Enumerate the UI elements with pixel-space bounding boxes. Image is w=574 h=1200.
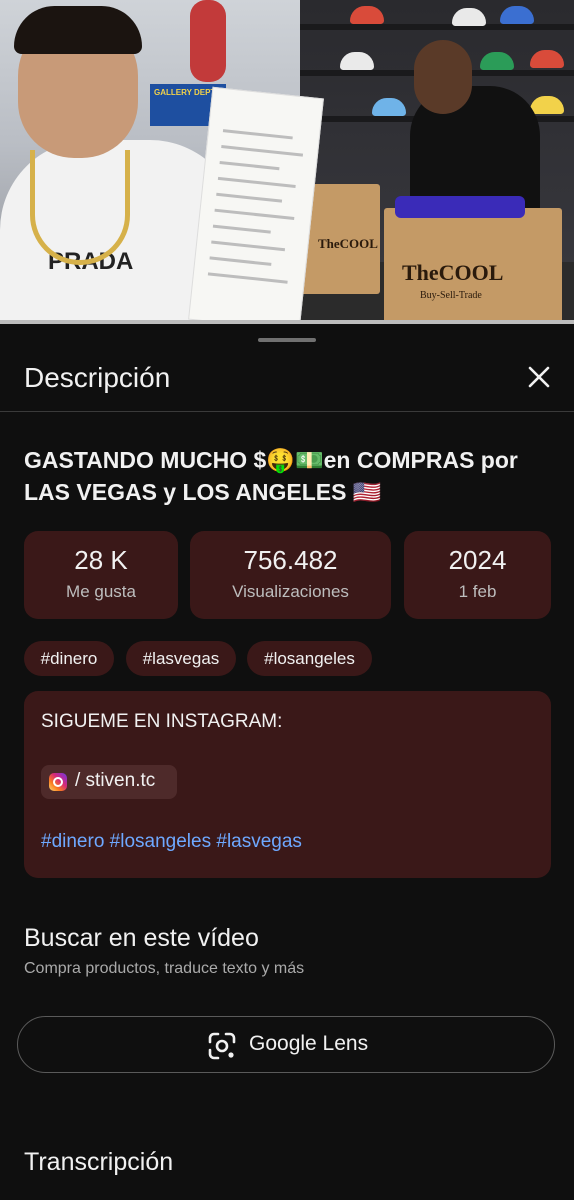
search-section-title: Buscar en este vídeo xyxy=(24,924,259,952)
bag-brand-text: TheCOOL xyxy=(402,260,504,285)
search-section-subtitle: Compra productos, traduce texto y más xyxy=(24,960,305,977)
description-text: SIGUEME EN INSTAGRAM: xyxy=(41,711,283,732)
close-button[interactable] xyxy=(520,358,558,396)
purple-item xyxy=(395,196,525,218)
progress-track[interactable] xyxy=(0,320,574,324)
stat-views: 756.482 Visualizaciones xyxy=(190,531,391,619)
cap xyxy=(530,50,564,68)
divider xyxy=(0,411,574,412)
hashtag-chip-lasvegas[interactable]: #lasvegas xyxy=(126,641,236,676)
cap xyxy=(480,52,514,70)
hashtag-link[interactable]: #dinero xyxy=(41,831,104,852)
stat-label: 1 feb xyxy=(458,582,497,601)
close-icon xyxy=(528,366,550,388)
hashtag-link[interactable]: #lasvegas xyxy=(216,831,302,852)
hashtag-chip-dinero[interactable]: #dinero xyxy=(24,641,114,676)
hashtag-chip-losangeles[interactable]: #losangeles xyxy=(247,641,372,676)
instagram-icon xyxy=(49,773,67,791)
instagram-link[interactable]: / stiven.tc xyxy=(41,765,177,799)
cap xyxy=(350,6,384,24)
video-thumbnail[interactable]: GALLERY DEPT. TheCOOL TheCOOL Buy-Sell-T… xyxy=(0,0,574,324)
stat-label: Visualizaciones xyxy=(232,582,349,601)
google-lens-button[interactable]: Google Lens xyxy=(17,1016,555,1073)
store-sign-text: GALLERY DEPT. xyxy=(154,88,217,97)
google-lens-icon xyxy=(208,1032,236,1060)
stat-date: 2024 1 feb xyxy=(404,531,551,619)
figurine xyxy=(190,0,226,82)
person-right-head xyxy=(414,40,472,114)
cap xyxy=(372,98,406,116)
shopping-bag: TheCOOL Buy-Sell-Trade xyxy=(384,208,562,324)
video-title: GASTANDO MUCHO $🤑💵en COMPRAS por LAS VEG… xyxy=(24,447,518,505)
stat-value: 2024 xyxy=(448,545,507,575)
instagram-handle: / stiven.tc xyxy=(75,770,156,791)
receipt xyxy=(188,86,324,324)
transcript-section-title[interactable]: Transcripción xyxy=(24,1148,173,1177)
person-left-hair xyxy=(14,6,142,54)
description-box: SIGUEME EN INSTAGRAM: / stiven.tc #diner… xyxy=(24,691,551,878)
bag-brand-text: TheCOOL xyxy=(318,236,378,251)
stat-value: 756.482 xyxy=(243,545,338,575)
shelf xyxy=(300,24,574,30)
drag-handle[interactable] xyxy=(258,338,316,342)
hashtag-link[interactable]: #losangeles xyxy=(110,831,211,852)
cap xyxy=(452,8,486,26)
sheet-header: Descripción xyxy=(0,346,574,412)
google-lens-label: Google Lens xyxy=(249,1032,369,1055)
stat-value: 28 K xyxy=(74,545,128,575)
cap xyxy=(340,52,374,70)
cap xyxy=(530,96,564,114)
description-hashtags: #dinero #losangeles #lasvegas xyxy=(41,831,302,853)
sheet-title: Descripción xyxy=(24,362,171,393)
gold-chain xyxy=(30,150,130,265)
stat-label: Me gusta xyxy=(66,582,136,601)
cap xyxy=(500,6,534,24)
stat-likes: 28 K Me gusta xyxy=(24,531,178,619)
bag-tagline-text: Buy-Sell-Trade xyxy=(420,290,482,301)
